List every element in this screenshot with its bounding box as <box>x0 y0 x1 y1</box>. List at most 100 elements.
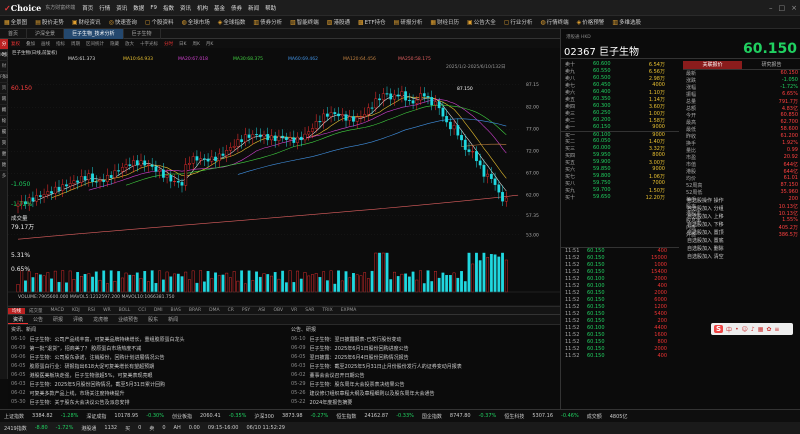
kline-svg[interactable]: 巨子生物(日线,前复权) MA5:61.373 MA10:64.933 MA20… <box>8 48 560 307</box>
sidebar-item-info[interactable]: 资讯 <box>0 83 8 102</box>
orderbook-row[interactable]: 卖八 60.500 2.98万 <box>561 75 679 82</box>
sidebar-item-compare[interactable]: 对比 <box>0 149 8 168</box>
news-tab[interactable]: 业绩预告 <box>113 316 143 323</box>
news-tab[interactable]: 评级 <box>68 316 88 323</box>
news-item[interactable]: 05-29 巨子生物：股东周年大会投票表决结果公告 <box>291 381 559 390</box>
indicator-tab[interactable]: KDJ <box>68 308 84 313</box>
news-tab[interactable]: 股东 <box>143 316 163 323</box>
news-tab[interactable]: 龙虎榜 <box>88 316 113 323</box>
menu-item[interactable]: 行情 <box>96 4 113 12</box>
news-tab[interactable]: 资讯 <box>8 316 29 324</box>
side-menu-item[interactable]: 自选股加入 置底 <box>683 237 800 245</box>
subtool-button[interactable]: 隐藏 <box>107 41 122 47</box>
sidebar-item-forum[interactable]: 论股 <box>0 116 8 135</box>
minimize-icon[interactable]: – <box>766 4 776 12</box>
sidebar-item-kline[interactable]: K线 <box>0 50 8 61</box>
menu-item[interactable]: 首页 <box>79 4 96 12</box>
news-item[interactable]: 06-03 巨子生物：2025年5月股份回购情况，截至5月31日累计回购 <box>11 381 283 390</box>
emoji-icon[interactable]: ☺ <box>742 326 748 333</box>
tool-button[interactable]: ◍ 行情终端 <box>536 18 572 27</box>
skin-icon[interactable]: ✿ <box>766 326 771 333</box>
menu-item[interactable]: 数据 <box>130 4 147 12</box>
menu-item[interactable]: 机构 <box>194 4 211 12</box>
side-menu-item[interactable]: 自选股加入 清空 <box>683 253 800 261</box>
orderbook-row[interactable]: 买八 59.750 7000 <box>561 180 679 187</box>
news-item[interactable]: 06-05 港股医美板块走强，巨子生物涨超5%，可复美表现亮眼 <box>11 372 283 381</box>
orderbook-row[interactable]: 买五 59.900 3.00万 <box>561 159 679 166</box>
indicator-tab[interactable]: DMI <box>150 308 167 313</box>
sidebar-item-f10[interactable]: F10 <box>0 72 8 83</box>
tool-button[interactable]: ▣ 公告大全 <box>463 18 500 27</box>
subtool-button[interactable]: 日K <box>176 41 189 47</box>
tool-button[interactable]: ◈ 价格预警 <box>573 18 609 27</box>
mic-icon[interactable]: ♪ <box>751 326 755 333</box>
indicator-tab[interactable]: VR <box>287 308 301 313</box>
side-menu-item[interactable]: 自选股操作 操作 <box>683 197 800 205</box>
sidebar-item-news[interactable]: 新闻 <box>0 94 8 113</box>
indicator-tab[interactable]: OBV <box>269 308 287 313</box>
tool-button[interactable]: ▥ 多维选股 <box>608 18 645 27</box>
news-tab[interactable]: 研报 <box>48 316 68 323</box>
sidebar-item-fund[interactable]: 资金 <box>0 138 8 157</box>
indicator-tab[interactable]: 成交量 <box>25 308 47 314</box>
sidebar-item-indicator[interactable]: 指标 <box>0 105 8 124</box>
orderbook-row[interactable]: 卖七 60.450 4000 <box>561 82 679 89</box>
tool-button[interactable]: ◍ 全球市场 <box>178 18 214 27</box>
tool-button[interactable]: ▢ 个股资料 <box>141 18 178 27</box>
tool-button[interactable]: ▩ ETF持仓 <box>354 18 390 27</box>
news-item[interactable]: 06-09 巨子生物：2025年6月1日股份回购进度公告 <box>291 345 559 354</box>
news-item[interactable]: 06-10 巨子生物：公司产品线丰富，可复美品牌持续增长，重组胶原蛋白龙头 <box>11 336 283 345</box>
menu-item[interactable]: 债券 <box>228 4 245 12</box>
subtool-button[interactable]: 月K <box>203 41 216 47</box>
subtool-button[interactable]: 放大 <box>122 41 137 47</box>
tool-button[interactable]: ▢ 行业分析 <box>500 18 537 27</box>
sidebar-item-timeshare[interactable]: 分时 <box>0 39 8 58</box>
menu-item[interactable]: 指数 <box>160 4 177 12</box>
sidebar-item-more[interactable]: 更多 <box>0 160 8 179</box>
indicator-tab[interactable]: CCI <box>134 308 150 313</box>
indicator-tab[interactable]: MACD <box>47 308 69 313</box>
tool-button[interactable]: ▥ 债券分析 <box>249 18 286 27</box>
tool-button[interactable]: ▨ 港股通 <box>323 18 354 27</box>
news-tab[interactable]: 公告 <box>28 316 48 323</box>
input-method-widget[interactable]: S 中 • ☺ ♪ ▦ ✿ ≡ <box>711 323 793 335</box>
subtool-button[interactable]: 分时 <box>161 41 176 47</box>
menu-item[interactable]: 新闻 <box>245 4 262 12</box>
tool-button[interactable]: ▦ 财经日历 <box>426 18 463 27</box>
kline-chart[interactable]: 巨子生物(日线,前复权) MA5:61.373 MA10:64.933 MA20… <box>8 48 560 307</box>
orderbook-row[interactable]: 买九 59.700 1.50万 <box>561 187 679 194</box>
indicator-tab[interactable]: 均线 <box>8 307 25 314</box>
indicator-tab[interactable]: TRIX <box>318 308 336 313</box>
news-item[interactable]: 06-09 第一批“退货”，招商美了？ 胶原蛋白市场热度不减 <box>11 345 283 354</box>
keyboard-icon[interactable]: ▦ <box>758 326 764 333</box>
orderbook-row[interactable]: 买二 60.050 1.40万 <box>561 138 679 145</box>
subtool-button[interactable]: 十字光标 <box>137 41 161 47</box>
news-item[interactable]: 05-26 建议修订组织章程大纲及章程细则以及股东周年大会通告 <box>291 390 559 399</box>
indicator-tab[interactable]: RSI <box>84 308 99 313</box>
menu-item[interactable]: 基金 <box>211 4 228 12</box>
side-menu-item[interactable]: 自选股加入 下移 <box>683 221 800 229</box>
orderbook-row[interactable]: 卖一 60.150 9000 <box>561 124 679 131</box>
indicator-tab[interactable]: CR <box>224 308 238 313</box>
menu-item[interactable]: 资讯 <box>177 4 194 12</box>
news-item[interactable]: 06-02 可复美多款产品上线，市场关注度持续提升 <box>11 390 283 399</box>
tab-market[interactable]: 沪深全景 <box>27 28 65 39</box>
orderbook-row[interactable]: 买六 59.850 9000 <box>561 166 679 173</box>
indicator-tab[interactable]: PSY <box>238 308 254 313</box>
orderbook-row[interactable]: 卖九 60.550 6.56万 <box>561 68 679 75</box>
side-menu-item[interactable]: 自选股加入 置顶 <box>683 229 800 237</box>
indicator-tab[interactable]: SAR <box>301 308 318 313</box>
indicator-tab[interactable]: EXPMA <box>337 308 361 313</box>
orderbook-row[interactable]: 买一 60.100 9000 <box>561 131 679 139</box>
tool-button[interactable]: ▣ 财经资讯 <box>68 18 105 27</box>
side-menu-item[interactable]: 自选股加入 删除 <box>683 245 800 253</box>
news-tab[interactable]: 新闻 <box>163 316 183 323</box>
stats-tab[interactable]: 研究报告 <box>742 61 800 69</box>
indicator-tab[interactable]: BRAR <box>185 308 205 313</box>
news-item[interactable]: 06-10 巨子生物：翌日披露报表-已发行股份变动 <box>291 336 559 345</box>
tool-button[interactable]: ◎ 快速查询 <box>105 18 141 27</box>
tool-button[interactable]: ▤ 股价走势 <box>31 18 68 27</box>
indicator-tab[interactable]: ASI <box>254 308 269 313</box>
orderbook-row[interactable]: 卖四 60.300 3.60万 <box>561 103 679 110</box>
side-menu-item[interactable]: 自选股加入 上移 <box>683 213 800 221</box>
